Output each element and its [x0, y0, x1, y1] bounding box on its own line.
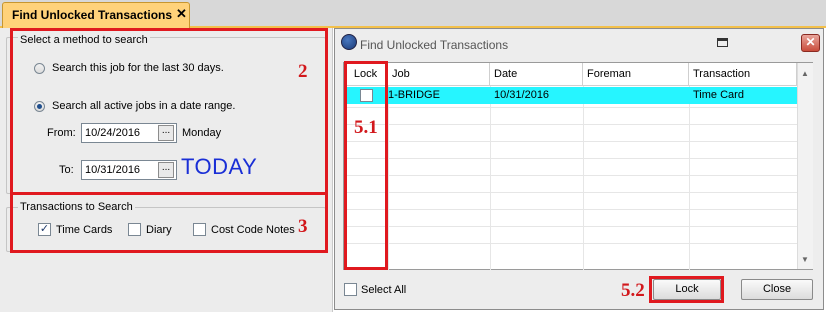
annotation-label-2: 2: [298, 61, 308, 82]
close-icon[interactable]: ✕: [176, 6, 187, 22]
close-button[interactable]: Close: [741, 279, 813, 300]
table-row[interactable]: 1-BRIDGE 10/31/2016 Time Card: [344, 87, 797, 104]
find-unlocked-transactions-dialog: Find Unlocked Transactions ✕ Lock Job Da…: [334, 28, 824, 310]
grid-line: [344, 141, 797, 142]
grid-line: [344, 107, 797, 108]
tab-find-unlocked-transactions[interactable]: Find Unlocked Transactions ✕: [2, 2, 190, 28]
annotation-label-3: 3: [298, 216, 308, 237]
select-all-label: Select All: [361, 284, 407, 296]
grid-line: [344, 175, 797, 176]
search-options-panel: Select a method to search Search this jo…: [0, 28, 333, 312]
column-header-date[interactable]: Date: [490, 63, 583, 86]
select-all-checkbox[interactable]: [344, 283, 357, 296]
column-header-transaction[interactable]: Transaction: [689, 63, 797, 86]
row-date: 10/31/2016: [494, 89, 550, 101]
grid-scrollbar[interactable]: ▲ ▼: [797, 63, 813, 269]
transactions-grid: Lock Job Date Foreman Transaction 1-BRID…: [343, 62, 813, 270]
grid-line: [344, 209, 797, 210]
grid-line: [344, 226, 797, 227]
annotation-box-5-2: [649, 276, 724, 303]
grid-line: [344, 243, 797, 244]
tab-title: Find Unlocked Transactions: [12, 8, 173, 22]
annotation-box-2: [10, 28, 328, 195]
column-header-job[interactable]: Job: [388, 63, 490, 86]
annotation-label-5-2: 5.2: [621, 280, 645, 301]
row-transaction: Time Card: [693, 89, 744, 101]
column-header-foreman[interactable]: Foreman: [583, 63, 689, 86]
restore-window-icon[interactable]: [717, 38, 728, 47]
app-icon: [341, 34, 357, 50]
grid-line: [344, 124, 797, 125]
scroll-down-icon[interactable]: ▼: [801, 255, 809, 264]
grid-line: [344, 192, 797, 193]
annotation-box-3: [10, 192, 328, 253]
row-job: 1-BRIDGE: [388, 89, 440, 101]
dialog-close-icon[interactable]: ✕: [801, 34, 820, 52]
annotation-box-5-1: [344, 61, 388, 270]
annotation-label-5-1: 5.1: [354, 117, 378, 138]
grid-line: [344, 158, 797, 159]
scroll-up-icon[interactable]: ▲: [801, 69, 809, 78]
dialog-title: Find Unlocked Transactions: [360, 38, 509, 52]
